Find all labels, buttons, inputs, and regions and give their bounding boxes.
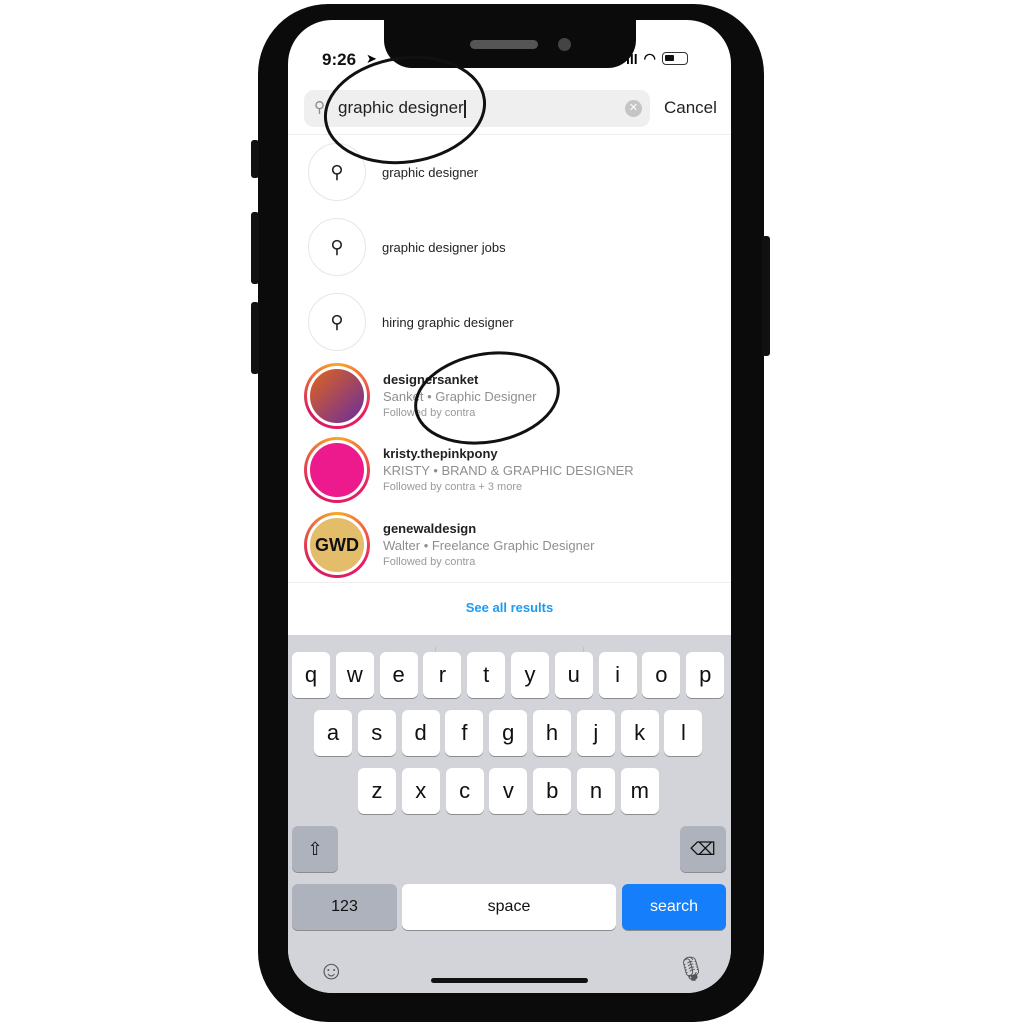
home-indicator (431, 978, 588, 983)
key-t[interactable]: t (467, 652, 506, 698)
key-m[interactable]: m (620, 768, 659, 814)
screen: 9:26 ➤ ıll ◠ ⚲ graphic designer ✕ Cancel… (288, 20, 731, 993)
bio: KRISTY • BRAND & GRAPHIC DESIGNER (383, 462, 634, 478)
key-e[interactable]: e (379, 652, 418, 698)
search-icon: ⚲ (308, 293, 366, 351)
volume-up-button (251, 212, 259, 284)
key-i[interactable]: i (598, 652, 637, 698)
search-icon: ⚲ (308, 218, 366, 276)
search-key[interactable]: search (622, 884, 726, 930)
key-r[interactable]: r (423, 652, 462, 698)
see-all-results-link[interactable]: See all results (288, 600, 731, 615)
volume-down-button (251, 302, 259, 374)
bio: Walter • Freelance Graphic Designer (383, 537, 595, 553)
status-icons: ıll ◠ (626, 50, 688, 67)
avatar (307, 440, 367, 500)
search-query: graphic designer (338, 98, 464, 117)
key-f[interactable]: f (445, 710, 484, 756)
username: designersanket (383, 371, 479, 387)
search-icon: ⚲ (308, 143, 366, 201)
backspace-icon: ⌫ (690, 838, 716, 859)
suggestion-label: graphic designer (382, 164, 479, 180)
key-v[interactable]: v (489, 768, 528, 814)
key-a[interactable]: a (314, 710, 352, 756)
emoji-icon[interactable]: ☺ (318, 955, 345, 986)
bio: Sanket • Graphic Designer (383, 388, 537, 404)
key-x[interactable]: x (401, 768, 440, 814)
mute-switch (251, 140, 259, 178)
username: genewaldesign (383, 520, 477, 536)
key-c[interactable]: c (445, 768, 484, 814)
account-result[interactable]: designersanket Sanket • Graphic Designer F… (304, 363, 536, 429)
avatar: GWD (307, 515, 367, 575)
location-arrow-icon: ➤ (366, 51, 377, 66)
account-result[interactable]: kristy.thepinkpony KRISTY • BRAND & GRAPH… (304, 437, 634, 503)
numbers-key[interactable]: 123 (292, 884, 397, 930)
suggestion-item[interactable]: ⚲ graphic designer (308, 142, 478, 202)
key-b[interactable]: b (533, 768, 572, 814)
suggestion-item[interactable]: ⚲ graphic designer jobs (308, 217, 506, 277)
search-icon: ⚲ (314, 99, 325, 116)
key-z[interactable]: z (358, 768, 396, 814)
avatar (307, 366, 367, 426)
suggestion-item[interactable]: ⚲ hiring graphic designer (308, 292, 514, 352)
status-time: 9:26 (322, 50, 357, 69)
key-u[interactable]: u (554, 652, 593, 698)
shift-icon: ⇧ (307, 838, 323, 859)
backspace-key[interactable]: ⌫ (680, 826, 726, 872)
cancel-button[interactable]: Cancel (664, 98, 717, 118)
key-d[interactable]: d (401, 710, 440, 756)
username: kristy.thepinkpony (383, 445, 498, 461)
key-s[interactable]: s (357, 710, 396, 756)
wifi-icon: ◠ (643, 50, 656, 66)
keyboard: qwertyuiop asdfghjkl zxcvbnm 123 space sea… (288, 635, 731, 993)
notch (384, 20, 636, 68)
suggestion-label: hiring graphic designer (382, 314, 514, 330)
power-button (762, 236, 770, 356)
clear-search-icon[interactable]: ✕ (625, 100, 642, 117)
key-l[interactable]: l (664, 710, 703, 756)
search-input[interactable]: ⚲ graphic designer ✕ (304, 90, 650, 127)
followed-by: Followed by contra + 3 more (383, 480, 523, 493)
followed-by: Followed by contra (383, 406, 476, 419)
key-w[interactable]: w (335, 652, 374, 698)
shift-key[interactable]: ⇧ (292, 826, 338, 872)
microphone-icon[interactable]: 🎙︎ (676, 955, 706, 984)
key-h[interactable]: h (533, 710, 571, 756)
key-n[interactable]: n (577, 768, 615, 814)
key-p[interactable]: p (686, 652, 725, 698)
suggestion-label: graphic designer jobs (382, 239, 506, 255)
key-q[interactable]: q (292, 652, 330, 698)
battery-icon (661, 52, 688, 65)
key-y[interactable]: y (511, 652, 549, 698)
followed-by: Followed by contra (383, 555, 476, 568)
key-o[interactable]: o (642, 652, 681, 698)
space-key[interactable]: space (402, 884, 616, 930)
key-k[interactable]: k (620, 710, 659, 756)
account-result[interactable]: GWD genewaldesign Walter • Freelance Grap… (304, 512, 594, 578)
key-g[interactable]: g (489, 710, 528, 756)
key-j[interactable]: j (576, 710, 615, 756)
